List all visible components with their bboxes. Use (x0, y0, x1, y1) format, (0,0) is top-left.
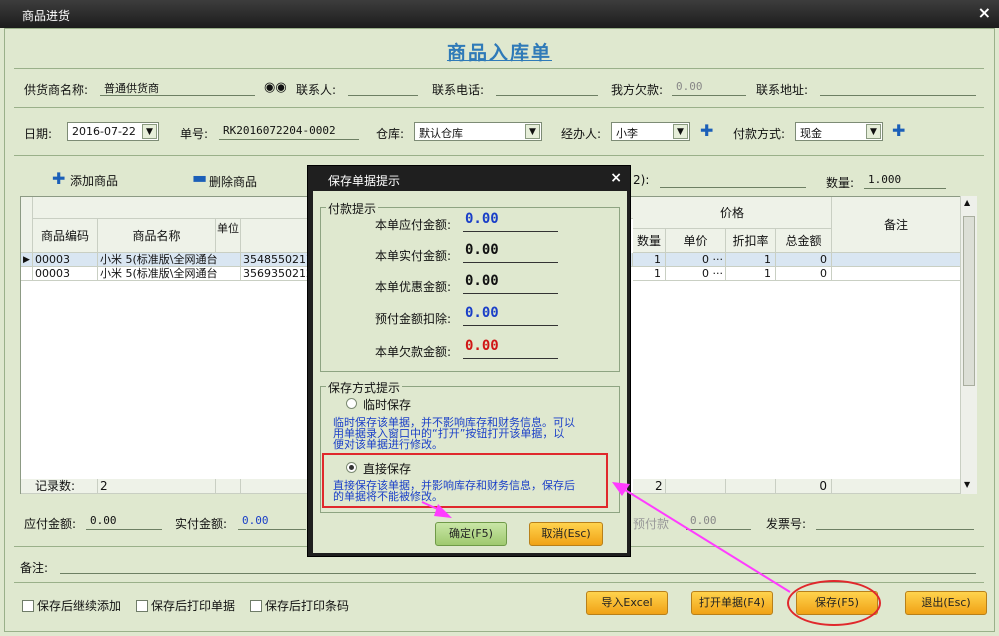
annotation-arrows (421, 482, 791, 593)
arrow-to-direct-save (621, 487, 791, 593)
arrow-head (434, 504, 452, 518)
arrow-head (612, 482, 630, 496)
